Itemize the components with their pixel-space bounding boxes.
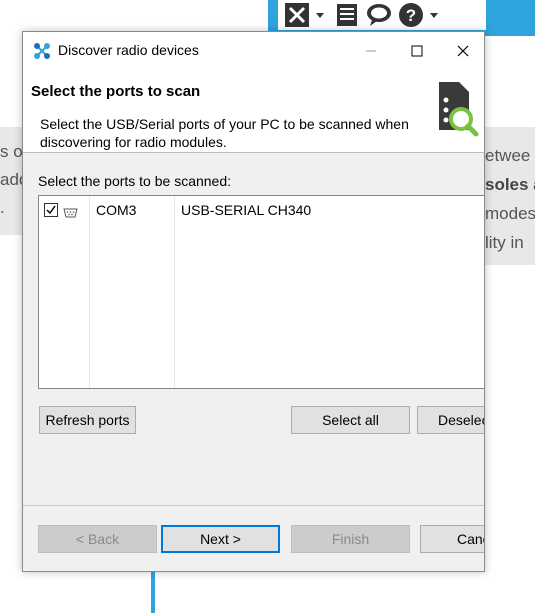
radio-search-icon [429, 78, 481, 138]
page-title: Select the ports to scan [31, 83, 201, 100]
deselect-all-button[interactable]: Deselect all [417, 406, 484, 434]
ports-list[interactable]: COM3 USB-SERIAL CH340 [38, 195, 484, 389]
back-button[interactable]: < Back [38, 525, 157, 553]
close-button[interactable] [440, 32, 484, 70]
background-toolbar: ? [278, 0, 486, 30]
column-separator [89, 196, 90, 388]
port-name: COM3 [96, 202, 137, 218]
dialog-title: Discover radio devices [58, 42, 199, 58]
list-item[interactable]: COM3 USB-SERIAL CH340 [39, 202, 484, 222]
svg-text:?: ? [406, 6, 416, 25]
minimize-button[interactable] [348, 32, 394, 70]
refresh-ports-button[interactable]: Refresh ports [39, 406, 136, 434]
background-text: . [0, 198, 5, 217]
select-all-button[interactable]: Select all [291, 406, 410, 434]
next-button[interactable]: Next > [161, 525, 280, 553]
background-text: modes [485, 204, 535, 223]
finish-button[interactable]: Finish [291, 525, 410, 553]
title-bar[interactable]: Discover radio devices [23, 32, 484, 70]
radio-network-icon [33, 42, 51, 60]
maximize-button[interactable] [394, 32, 440, 70]
tools-icon[interactable] [284, 2, 310, 28]
checkmark-icon [46, 205, 56, 215]
chat-icon[interactable] [366, 2, 392, 28]
discover-radio-devices-dialog: Discover radio devices Select the ports … [22, 31, 485, 572]
footer-divider [23, 505, 484, 506]
background-text: lity in [485, 233, 524, 252]
help-icon[interactable]: ? [398, 2, 424, 28]
list-icon[interactable] [334, 2, 360, 28]
chevron-down-icon[interactable] [430, 12, 438, 18]
cancel-button[interactable]: Cancel [420, 525, 484, 553]
ports-label: Select the ports to be scanned: [38, 173, 232, 189]
close-icon [457, 45, 469, 57]
port-description: USB-SERIAL CH340 [181, 202, 312, 218]
background-text: soles a [485, 175, 535, 194]
background-text: s o [0, 142, 23, 161]
port-checkbox[interactable] [44, 203, 58, 217]
chevron-down-icon[interactable] [316, 12, 324, 18]
wizard-header: Select the ports to scan Select the USB/… [23, 70, 484, 153]
background-text: etwee [485, 146, 531, 165]
page-description: Select the USB/Serial ports of your PC t… [40, 116, 409, 150]
serial-port-icon [63, 205, 78, 218]
background-connector-line [151, 572, 155, 613]
column-separator [174, 196, 175, 388]
